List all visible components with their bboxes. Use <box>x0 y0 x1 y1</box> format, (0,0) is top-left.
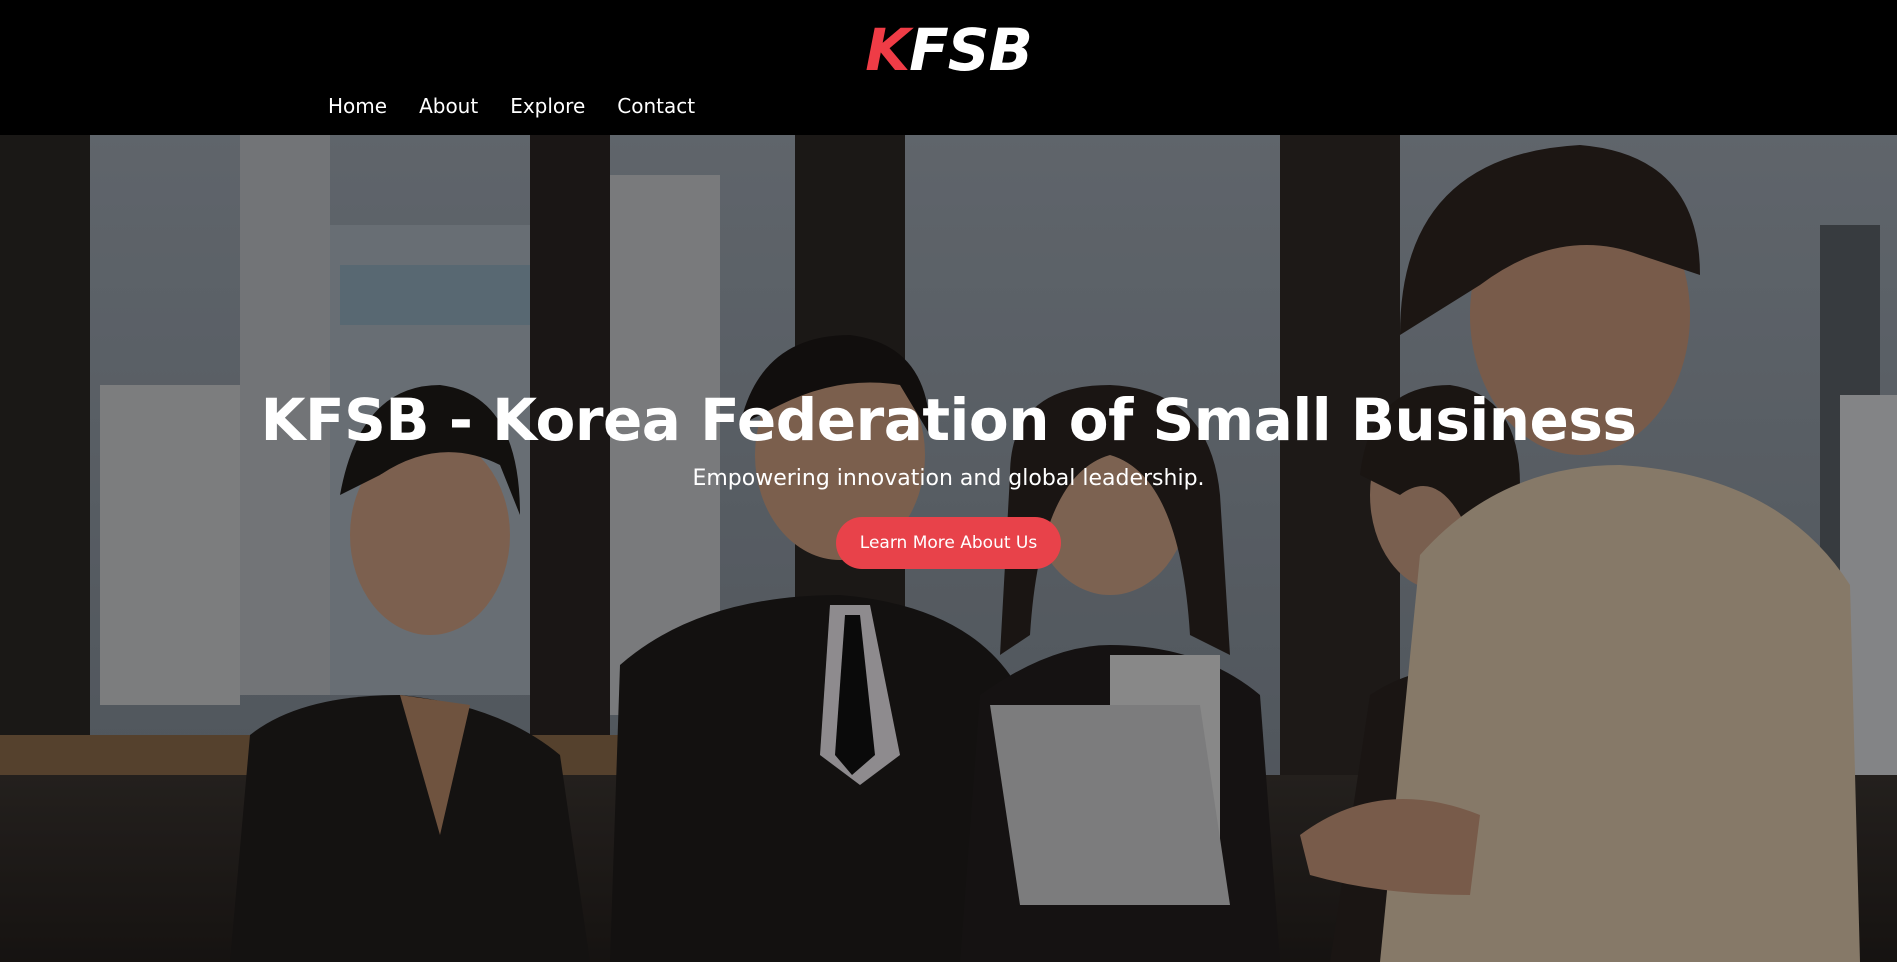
logo-accent-letter: K <box>865 16 910 84</box>
nav-link-contact[interactable]: Contact <box>601 90 711 122</box>
nav-link-about[interactable]: About <box>403 90 494 122</box>
page: KFSB Home About Explore Contact KFSB - K… <box>0 0 1897 962</box>
nav-link-explore[interactable]: Explore <box>494 90 601 122</box>
hero-subtitle: Empowering innovation and global leaders… <box>692 466 1205 491</box>
learn-more-button[interactable]: Learn More About Us <box>835 517 1062 569</box>
main-nav: Home About Explore Contact <box>312 90 711 122</box>
site-logo[interactable]: KFSB <box>0 16 1897 84</box>
hero-title: KFSB - Korea Federation of Small Busines… <box>260 386 1637 454</box>
nav-link-home[interactable]: Home <box>312 90 403 122</box>
site-header: KFSB Home About Explore Contact <box>0 0 1897 135</box>
hero-content: KFSB - Korea Federation of Small Busines… <box>0 385 1897 569</box>
hero-section: KFSB - Korea Federation of Small Busines… <box>0 135 1897 962</box>
logo-text: FSB <box>909 16 1033 84</box>
